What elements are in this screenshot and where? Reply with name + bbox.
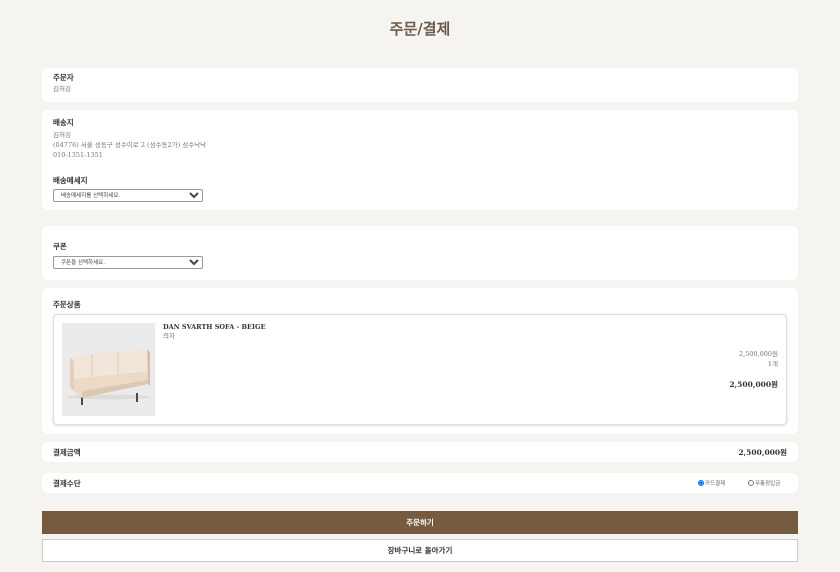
product-item: DAN SVARTH SOFA - BEIGE 의자 2,500,000원 1개…: [53, 314, 787, 425]
shipping-address: (04776) 서울 성동구 성수이로 2 (성수동2가) 성수낙낙: [53, 141, 207, 149]
payment-bank-radio[interactable]: [748, 480, 754, 486]
coupon-label: 쿠폰: [53, 242, 67, 251]
payment-method-card: 결제수단 카드결제 무통장입금: [42, 473, 798, 493]
products-card: 주문상품 DAN SVARTH SOFA - BEIGE 의자 2,500,00…: [42, 288, 798, 434]
orderer-label: 주문자: [53, 73, 74, 82]
payment-amount-card: 결제금액 2,500,000원: [42, 442, 798, 462]
orderer-name: 김허깅: [53, 85, 71, 93]
shipping-label: 배송지: [53, 118, 74, 127]
shipping-message-select[interactable]: 배송메세지를 선택하세요.: [53, 189, 203, 202]
shipping-phone: 010-1351-1351: [53, 151, 103, 159]
payment-option-card-label: 카드결제: [705, 481, 726, 487]
product-quantity: 1개: [767, 360, 778, 368]
sofa-image: [67, 349, 151, 405]
payment-option-bank-label: 무통장입금: [755, 481, 781, 487]
product-name[interactable]: DAN SVARTH SOFA - BEIGE: [163, 323, 266, 331]
shipping-name: 김허깅: [53, 131, 71, 139]
orderer-card: 주문자 김허깅: [42, 68, 798, 102]
payment-option-bank[interactable]: 무통장입금: [748, 479, 780, 487]
shipping-card: 배송지 김허깅 (04776) 서울 성동구 성수이로 2 (성수동2가) 성수…: [42, 110, 798, 210]
order-button[interactable]: 주문하기: [42, 511, 798, 534]
payment-card-radio[interactable]: [698, 480, 704, 486]
page-title: 주문/결제: [389, 20, 451, 38]
coupon-select[interactable]: 쿠폰을 선택하세요.: [53, 256, 203, 269]
product-total: 2,500,000원: [729, 380, 778, 389]
payment-method-label: 결제수단: [53, 479, 81, 488]
product-image: [62, 323, 155, 416]
payment-amount-value: 2,500,000원: [738, 448, 787, 457]
payment-amount-label: 결제금액: [53, 448, 81, 457]
coupon-card: 쿠폰 쿠폰을 선택하세요.: [42, 226, 798, 280]
product-unit-price: 2,500,000원: [738, 350, 778, 358]
product-category: 의자: [163, 332, 175, 340]
payment-option-card[interactable]: 카드결제: [698, 479, 725, 487]
products-label: 주문상품: [53, 300, 81, 309]
shipping-message-label: 배송메세지: [53, 176, 88, 185]
back-to-cart-button[interactable]: 장바구니로 돌아가기: [42, 539, 798, 562]
